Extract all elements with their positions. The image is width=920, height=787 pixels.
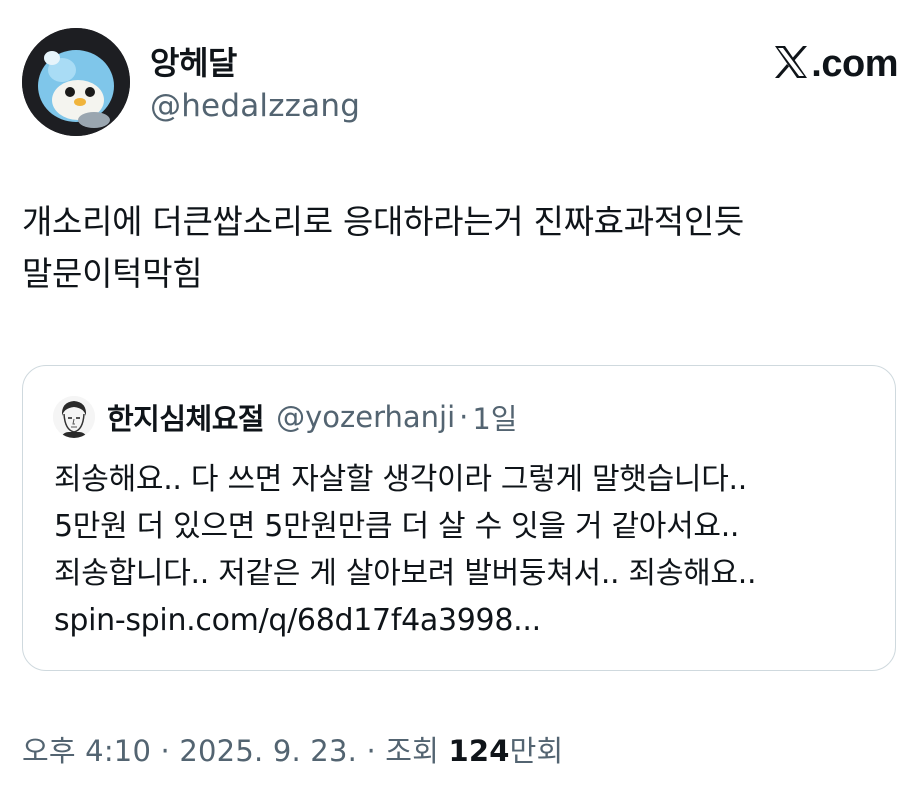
quoted-text-line: 5만원 더 있으면 5만원만큼 더 살 수 잇을 거 같아서요..: [54, 509, 740, 544]
meta-separator: ·: [357, 734, 386, 768]
views-count: 124: [448, 734, 510, 768]
quoted-link[interactable]: spin-spin.com/q/68d17f4a3998...: [54, 597, 756, 644]
quoted-text-line: 죄송합니다.. 저같은 게 살아보려 발버둥쳐서.. 죄송해요..: [54, 556, 757, 591]
quoted-text-line: 죄송해요.. 다 쓰면 자살할 생각이라 그렇게 말햇습니다..: [54, 462, 747, 497]
quoted-tweet-header: 한지심체요절 @yozerhanji · 1일: [53, 396, 517, 438]
penguin-plush-avatar-icon: [22, 28, 130, 136]
tweet-date[interactable]: 2025. 9. 23.: [179, 734, 357, 768]
quoted-separator: ·: [459, 400, 469, 434]
tweet-meta: 오후 4:10 · 2025. 9. 23. · 조회 124만회: [22, 728, 563, 770]
x-domain-suffix: .com: [811, 43, 898, 85]
user-avatar[interactable]: [22, 28, 130, 136]
tweet-text-line: 개소리에 더큰쌉소리로 응대하라는거 진짜효과적인듯: [22, 202, 744, 241]
tweet-text: 개소리에 더큰쌉소리로 응대하라는거 진짜효과적인듯 말문이턱막힘: [22, 196, 892, 300]
meta-separator: ·: [151, 734, 180, 768]
x-com-logo: .com: [773, 42, 898, 86]
quoted-tweet-time[interactable]: 1일: [472, 396, 517, 438]
user-handle[interactable]: @hedalzzang: [150, 88, 360, 124]
tweet-text-line: 말문이턱막힘: [22, 254, 203, 293]
quoted-tweet-card[interactable]: 한지심체요절 @yozerhanji · 1일 죄송해요.. 다 쓰면 자살할 …: [22, 365, 896, 671]
tweet-time[interactable]: 오후 4:10: [22, 734, 151, 768]
x-logo-icon: [775, 46, 808, 78]
quoted-user-handle[interactable]: @yozerhanji: [276, 400, 455, 434]
views-label: 조회: [385, 734, 449, 768]
user-display-name[interactable]: 앙헤달: [150, 38, 237, 84]
views-unit: 만회: [509, 734, 564, 768]
tweet-header: 앙헤달 @hedalzzang .com: [22, 24, 898, 136]
quoted-tweet-text: 죄송해요.. 다 쓰면 자살할 생각이라 그렇게 말햇습니다.. 5만원 더 있…: [54, 456, 757, 644]
quoted-user-avatar[interactable]: [53, 396, 95, 438]
quoted-user-display-name[interactable]: 한지심체요절: [107, 396, 265, 438]
sketch-face-avatar-icon: [53, 396, 95, 438]
